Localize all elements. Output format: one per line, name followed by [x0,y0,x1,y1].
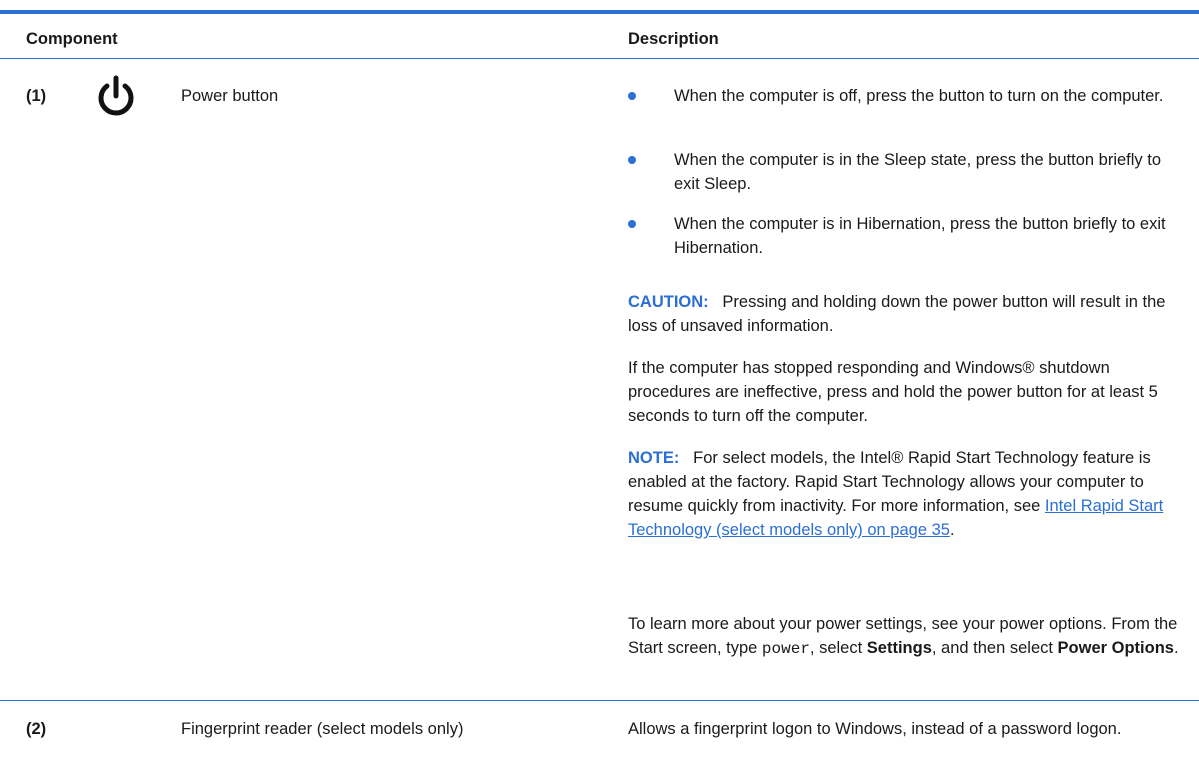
component-name: Fingerprint reader (select models only) [181,720,464,738]
power-icon [98,75,134,116]
learn-more-paragraph: To learn more about your power settings,… [628,612,1193,661]
row-number: (2) [26,720,47,738]
header-description: Description [628,30,719,48]
note-paragraph: NOTE: For select models, the Intel® Rapi… [628,446,1193,542]
bullet-icon [628,92,636,100]
row-divider [0,700,1199,701]
component-name: Power button [181,87,279,105]
stopped-paragraph: If the computer has stopped responding a… [628,359,1158,425]
row-number: (1) [26,87,47,105]
component-description: Allows a fingerprint logon to Windows, i… [628,720,1122,738]
bullet-icon [628,220,636,228]
bullet-text: When the computer is in the Sleep state,… [674,151,1162,193]
learn-more-part3: , and then select [931,639,1058,657]
caution-label: CAUTION: [628,293,709,311]
learn-more-part4: . [1173,639,1179,657]
bullet-icon [628,156,636,164]
caution-note: CAUTION: Pressing and holding down the p… [628,290,1193,338]
bullet-text: When the computer is in Hibernation, pre… [674,215,1166,257]
header-component: Component [26,30,118,48]
bullet-text: When the computer is off, press the butt… [674,87,1164,105]
power-options-term: Power Options [1057,639,1174,657]
note-label: NOTE: [628,449,680,467]
note-after: . [949,521,955,539]
settings-term: Settings [866,639,932,657]
table-header: Component Description [0,14,1199,59]
code-power: power [761,640,810,658]
caution-text: Pressing and holding down the power butt… [628,293,1166,335]
learn-more-part2: , select [809,639,867,657]
